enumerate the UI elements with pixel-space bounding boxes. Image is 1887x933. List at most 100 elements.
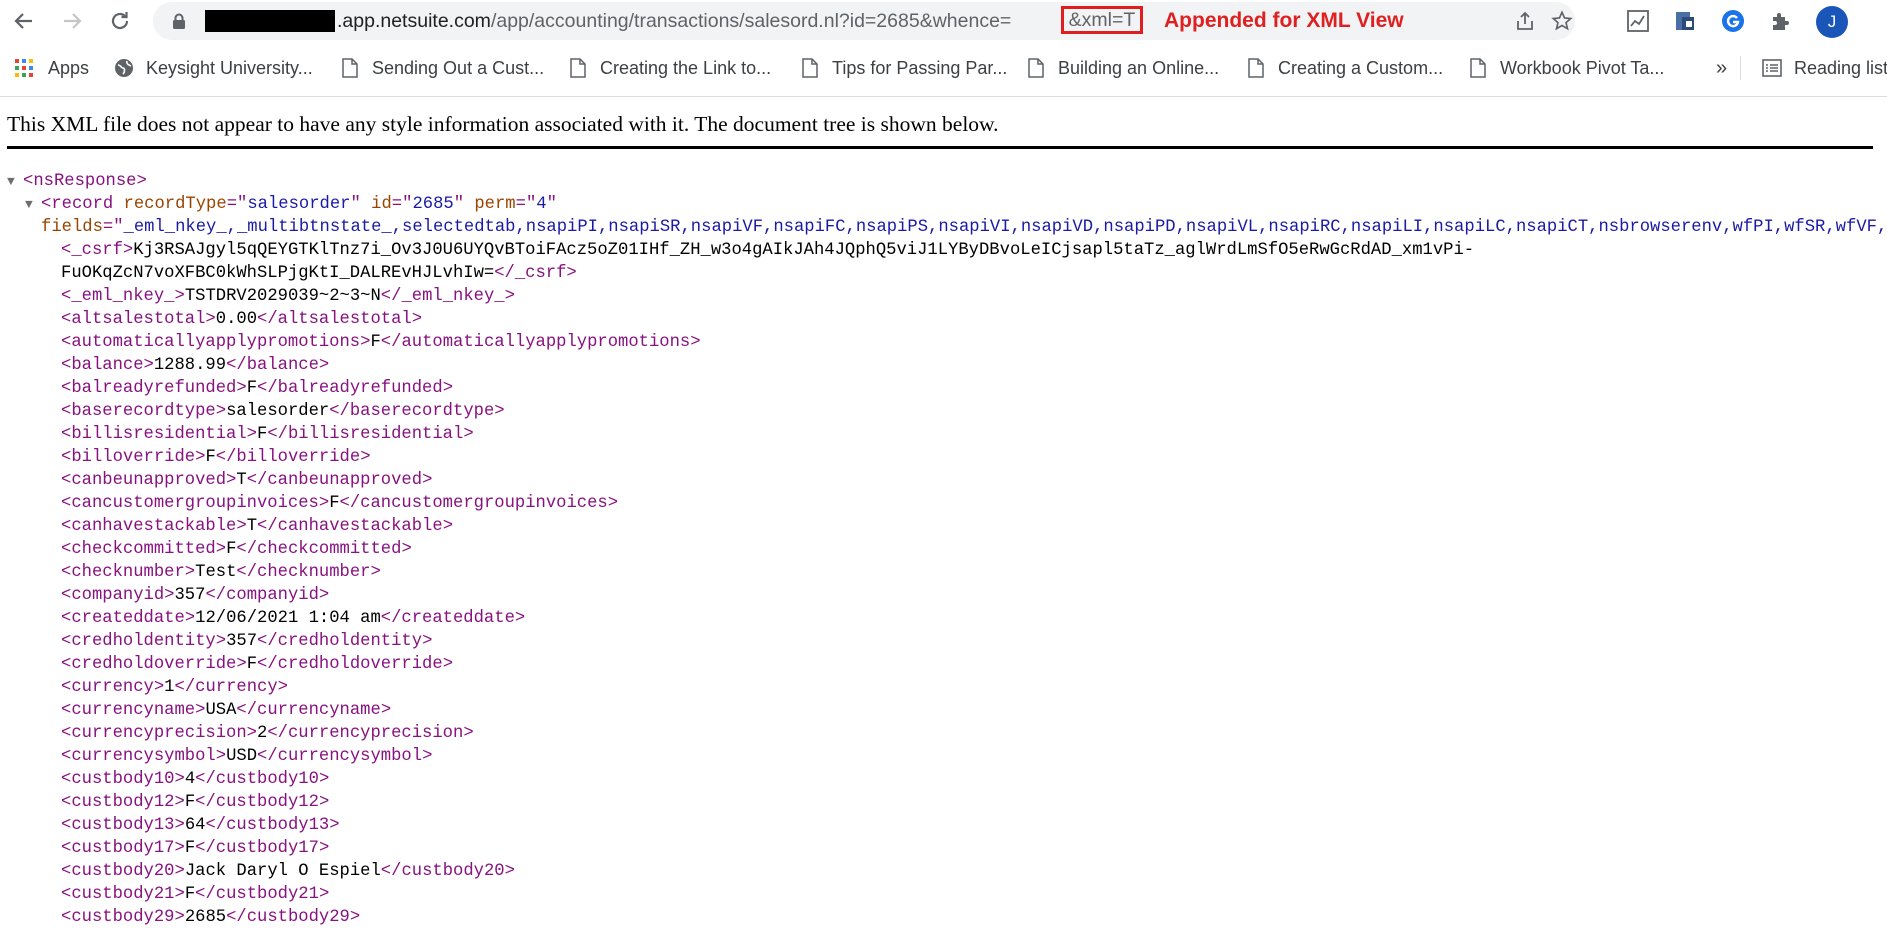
profile-avatar[interactable]: J: [1816, 6, 1848, 38]
attr-name: recordType: [123, 195, 227, 214]
reload-button[interactable]: [105, 6, 135, 36]
element-tag: billoverride: [236, 448, 361, 467]
bookmark-keysight[interactable]: Keysight University...: [114, 54, 313, 82]
xml-element-row: <canbeunapproved>T</canbeunapproved>: [61, 471, 433, 490]
address-bar[interactable]: .app.netsuite.com/app/accounting/transac…: [153, 2, 1575, 40]
element-tag: custbody29: [246, 908, 350, 927]
bookmark-creating-custom[interactable]: Creating a Custom...: [1246, 54, 1443, 82]
element-tag: baserecordtype: [71, 402, 216, 421]
element-tag: companyid: [226, 586, 319, 605]
element-tag: credholdentity: [71, 632, 216, 651]
element-tag: cancustomergroupinvoices: [71, 494, 319, 513]
attr-name: fields: [41, 218, 103, 237]
xml-csrf-line1: <_csrf>Kj3RSAJgyl5qQEYGTKlTnz7i_Ov3J0U6U…: [61, 241, 1475, 260]
element-tag: currencysymbol: [277, 747, 423, 766]
element-tag: custbody10: [215, 770, 319, 789]
xml-element-row: <custbody20>Jack Daryl O Espiel</custbod…: [61, 862, 515, 881]
bookmark-sending-out[interactable]: Sending Out a Cust...: [340, 54, 544, 82]
reading-list-button[interactable]: Reading list: [1762, 54, 1887, 82]
lock-icon[interactable]: [172, 13, 186, 30]
extensions-button[interactable]: [1768, 8, 1794, 34]
element-tag: custbody10: [71, 770, 175, 789]
back-button[interactable]: [9, 6, 39, 36]
bookmark-label: Creating the Link to...: [600, 57, 772, 78]
xml-notice: This XML file does not appear to have an…: [7, 112, 999, 136]
collapse-triangle-icon[interactable]: ▼: [7, 170, 23, 193]
bookmark-creating-link[interactable]: Creating the Link to...: [568, 54, 771, 82]
element-value: USD: [226, 747, 258, 766]
bookmark-workbook-pivot[interactable]: Workbook Pivot Ta...: [1468, 54, 1664, 82]
xml-record-open: ▼ <record recordType="salesorder" id="268…: [25, 193, 557, 216]
page-icon: [1468, 57, 1488, 79]
page-icon: [1026, 57, 1046, 79]
collapse-triangle-icon[interactable]: ▼: [25, 193, 41, 216]
bookmark-label: Tips for Passing Par...: [832, 57, 1008, 78]
reading-list-label: Reading list: [1794, 57, 1887, 78]
xml-element-row: <custbody17>F</custbody17>: [61, 839, 330, 858]
element-value: 12/06/2021 1:04 am: [195, 609, 381, 628]
url-text[interactable]: .app.netsuite.com/app/accounting/transac…: [337, 2, 1011, 40]
element-tag: checkcommitted: [257, 540, 402, 559]
csrf-value-part2: FuOKqZcN7voXFBC0kWhSLPjgKtI_DALREvHJLvhI…: [61, 264, 495, 283]
element-value: F: [184, 793, 196, 812]
xml-element-row: <billoverride>F</billoverride>: [61, 448, 371, 467]
csrf-value-part1: Kj3RSAJgyl5qQEYGTKlTnz7i_Ov3J0U6UYQvBToi…: [133, 241, 1475, 260]
extension-chart[interactable]: [1625, 8, 1651, 34]
xml-element-row: <companyid>357</companyid>: [61, 586, 330, 605]
element-value: F: [329, 494, 340, 513]
page-content: This XML file does not appear to have an…: [0, 98, 1887, 933]
xml-element-row: <balance>1288.99</balance>: [61, 356, 330, 375]
xml-element-row: <createddate>12/06/2021 1:04 am</created…: [61, 609, 526, 628]
element-tag: currencysymbol: [71, 747, 216, 766]
element-value: F: [205, 448, 216, 467]
xml-element-row: <credholdoverride>F</credholdoverride>: [61, 655, 454, 674]
bookmark-apps[interactable]: Apps: [14, 54, 89, 82]
element-tag: custbody29: [71, 908, 175, 927]
bookmark-building-online[interactable]: Building an Online...: [1026, 54, 1219, 82]
xml-element-row: <checknumber>Test</checknumber>: [61, 563, 381, 582]
extension-tableau[interactable]: [1672, 8, 1698, 34]
element-tag: currency: [195, 678, 278, 697]
element-tag: createddate: [71, 609, 185, 628]
element-tag: custbody21: [215, 885, 319, 904]
element-tag: automaticallyapplypromotions: [71, 333, 361, 352]
element-value: F: [246, 379, 258, 398]
element-tag: custbody20: [71, 862, 175, 881]
root-tag-name: nsResponse: [33, 172, 137, 191]
redacted-subdomain: [205, 10, 335, 32]
share-button[interactable]: [1513, 9, 1537, 33]
xml-element-row: <canhavestackable>T</canhavestackable>: [61, 517, 454, 536]
element-tag: canbeunapproved: [267, 471, 423, 490]
chart-extension-icon: [1627, 10, 1649, 32]
xml-root-open: ▼ <nsResponse>: [7, 170, 147, 193]
element-value: 357: [226, 632, 258, 651]
url-path: /app/accounting/transactions/salesord.nl…: [490, 10, 1012, 32]
element-tag: custbody21: [71, 885, 175, 904]
element-tag: cancustomergroupinvoices: [360, 494, 608, 513]
attr-value: 2685: [412, 195, 454, 214]
element-tag: checknumber: [71, 563, 185, 582]
xml-element-row: <billisresidential>F</billisresidential>: [61, 425, 474, 444]
element-tag: custbody20: [401, 862, 505, 881]
element-tag: altsalestotal: [277, 310, 412, 329]
element-tag: checknumber: [257, 563, 371, 582]
extension-grammarly[interactable]: [1720, 8, 1746, 34]
element-tag: balreadyrefunded: [277, 379, 443, 398]
bookmark-tips[interactable]: Tips for Passing Par...: [800, 54, 1007, 82]
forward-button[interactable]: [57, 6, 87, 36]
back-arrow-icon: [14, 13, 32, 29]
element-tag: balance: [71, 356, 144, 375]
element-tag: currencyname: [71, 701, 196, 720]
star-icon: [1551, 10, 1573, 31]
bookmarks-overflow-button[interactable]: »: [1716, 54, 1727, 82]
element-value: salesorder: [226, 402, 330, 421]
element-value: F: [257, 425, 268, 444]
bookmark-star-button[interactable]: [1550, 9, 1574, 33]
xml-element-row: <balreadyrefunded>F</balreadyrefunded>: [61, 379, 454, 398]
bookmark-label: Keysight University...: [146, 57, 313, 78]
element-tag: baserecordtype: [349, 402, 495, 421]
xml-element-row: <currencyprecision>2</currencyprecision>: [61, 724, 474, 743]
xml-element-row: <currencyname>USA</currencyname>: [61, 701, 392, 720]
xml-element-row: <_eml_nkey_>TSTDRV2029039~2~3~N</_eml_nk…: [61, 287, 515, 306]
share-icon: [1517, 11, 1533, 30]
